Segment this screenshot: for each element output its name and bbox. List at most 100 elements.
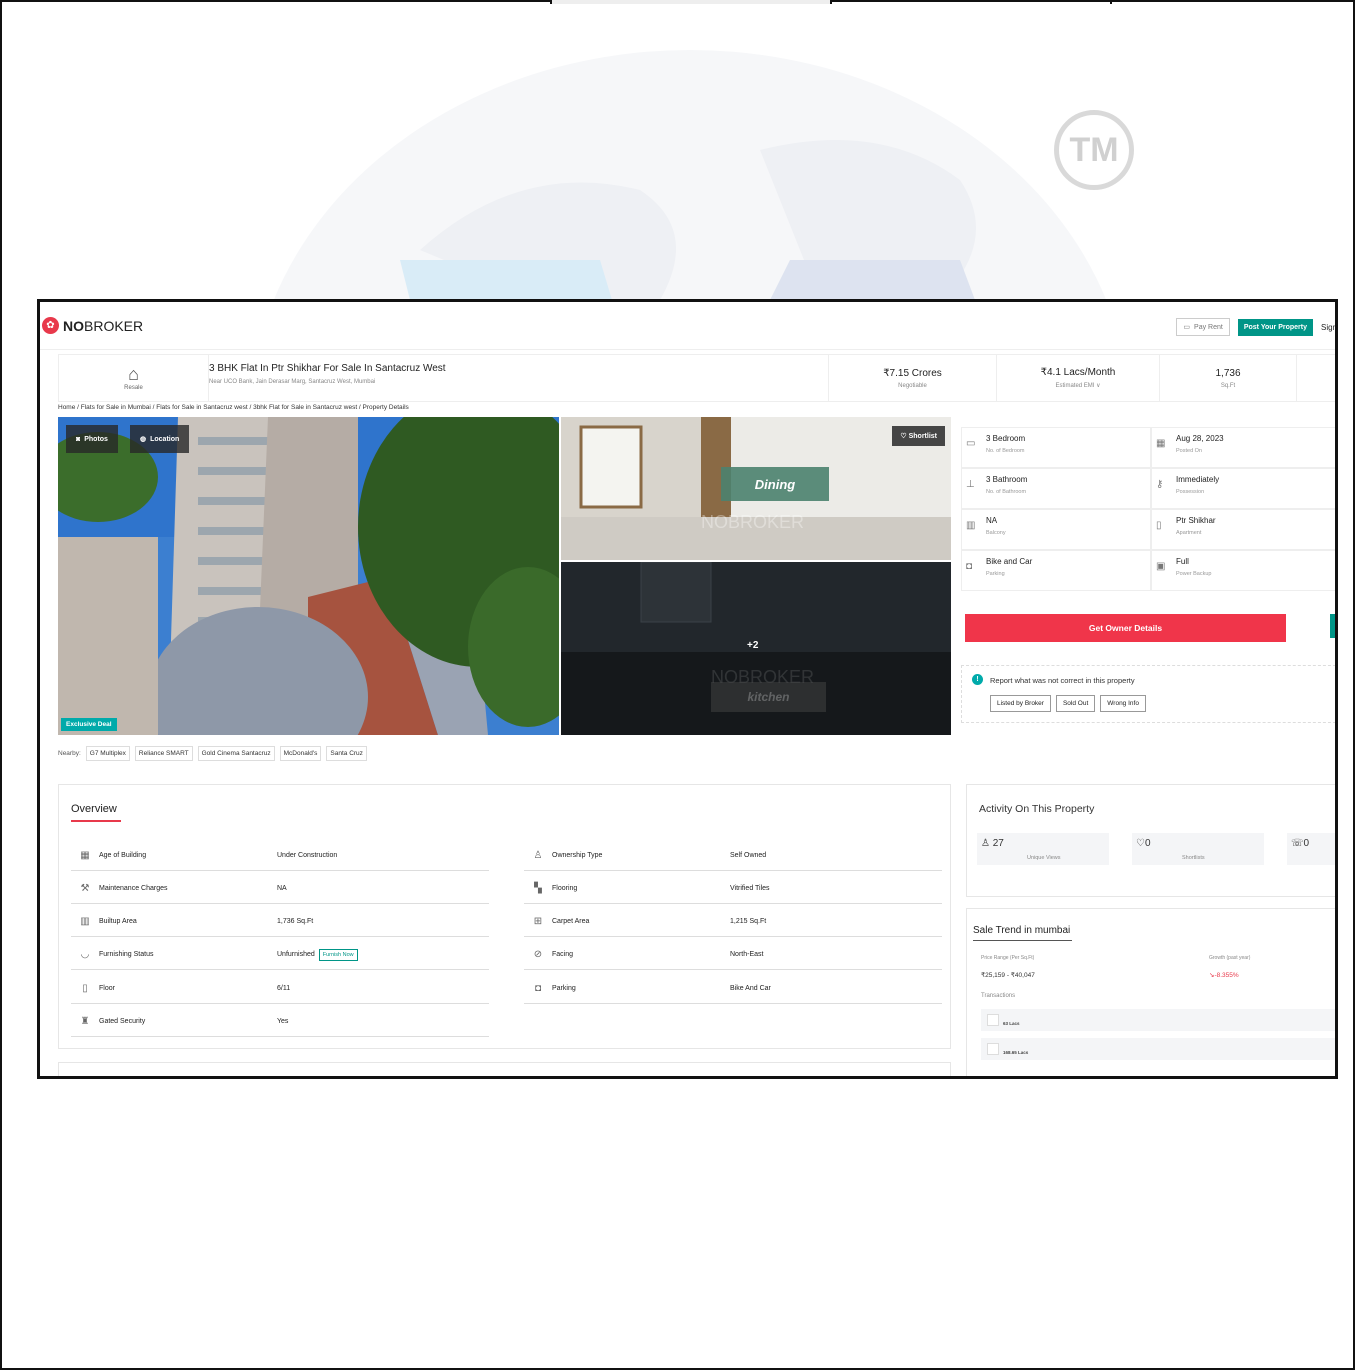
main-building-photo[interactable]: ◙ Photos ◍ Location Exclusive Deal xyxy=(58,417,559,735)
battery-icon: ▣ xyxy=(1156,561,1166,572)
overview-row: ♜ Gated Security Yes xyxy=(71,1007,489,1037)
building-image xyxy=(58,417,559,735)
house-icon: ⌂ xyxy=(128,364,139,384)
kitchen-photo[interactable]: +2 NOBROKER kitchen xyxy=(561,562,951,735)
spec-power-backup: ▣ Full Power Backup xyxy=(1151,550,1335,591)
area-icon: ⊞ xyxy=(533,916,543,927)
guard-icon: ♜ xyxy=(80,1016,90,1027)
property-screenshot: ✿ NOBROKER ▭ Pay Rent Post Your Property… xyxy=(37,299,1338,1079)
property-title-bar: ⌂ Resale 3 BHK Flat In Ptr Shikhar For S… xyxy=(58,354,1335,402)
activity-panel: Activity On This Property ♙ 27 Unique Vi… xyxy=(966,784,1335,897)
spec-possession: ⚷ Immediately Possession xyxy=(1151,468,1335,509)
owner-icon: ♙ xyxy=(533,850,543,861)
price-range-value: ₹25,159 - ₹40,047 xyxy=(981,972,1035,979)
listing-title-block: 3 BHK Flat In Ptr Shikhar For Sale In Sa… xyxy=(209,355,829,401)
spec-balcony: ▥ NA Balcony xyxy=(961,509,1151,550)
contacted-stat: ☏0 xyxy=(1287,833,1335,865)
tools-icon: ⚒ xyxy=(80,883,90,894)
photos-button[interactable]: ◙ Photos xyxy=(66,425,118,453)
overview-underline xyxy=(71,820,121,822)
emi-stat[interactable]: ₹4.1 Lacs/Month Estimated EMI ∨ xyxy=(997,355,1160,401)
breadcrumb[interactable]: Home / Flats for Sale in Mumbai / Flats … xyxy=(58,404,409,411)
area-stat: 1,736 Sq.Ft xyxy=(1160,355,1297,401)
phone-icon: ☏ xyxy=(1291,838,1304,849)
compass-icon: ◍ xyxy=(140,436,147,443)
post-property-button[interactable]: Post Your Property xyxy=(1237,318,1313,336)
transaction-row[interactable]: 168.65 Lacs xyxy=(981,1038,1335,1060)
bath-icon: ⊥ xyxy=(966,479,975,490)
info-icon: ! xyxy=(972,674,983,685)
get-owner-details-button[interactable]: Get Owner Details xyxy=(965,614,1286,642)
top-divider xyxy=(1110,0,1112,4)
nearby-item[interactable]: Gold Cinema Santacruz xyxy=(197,746,275,761)
building-icon: ▯ xyxy=(1156,520,1162,531)
nearby-bar: Nearby: G7 Multiplex Reliance SMART Gold… xyxy=(58,746,367,761)
dining-photo[interactable]: Dining NOBROKER ♡ Shortlist xyxy=(561,417,951,560)
top-navbar: ✿ NOBROKER ▭ Pay Rent Post Your Property… xyxy=(40,302,1335,350)
nobroker-watermark: NOBROKER xyxy=(701,512,805,532)
sign-in-link[interactable]: Sign xyxy=(1321,323,1335,332)
overview-title: Overview xyxy=(71,803,117,815)
top-table-cell xyxy=(552,0,832,4)
report-listed-by-broker[interactable]: Listed by Broker xyxy=(990,695,1051,712)
pay-rent-button[interactable]: ▭ Pay Rent xyxy=(1176,318,1230,336)
calendar-icon: ▦ xyxy=(80,850,90,861)
top-divider xyxy=(830,0,832,4)
spec-bedroom: ▭ 3 Bedroom No. of Bedroom xyxy=(961,427,1151,468)
overview-row: ⊘ Facing North-East xyxy=(524,940,942,970)
sale-trend-underline xyxy=(973,940,1072,941)
secondary-action-button[interactable] xyxy=(1330,614,1335,638)
top-divider xyxy=(550,0,552,4)
spec-bathroom: ⊥ 3 Bathroom No. of Bathroom xyxy=(961,468,1151,509)
brand-name[interactable]: NOBROKER xyxy=(63,318,143,334)
sale-trend-panel: Sale Trend in mumbai Price Range (Per Sq… xyxy=(966,908,1335,1076)
furnish-now-button[interactable]: Furnish Now xyxy=(318,948,358,961)
tm-watermark: TM xyxy=(1054,110,1134,190)
property-type: ⌂ Resale xyxy=(59,355,209,401)
compass-icon: ⊘ xyxy=(533,949,543,960)
balcony-icon: ▥ xyxy=(966,520,976,531)
more-photos-count: +2 xyxy=(747,640,759,651)
overview-row: ⊞ Carpet Area 1,215 Sq.Ft xyxy=(524,907,942,937)
heart-icon: ♡ xyxy=(900,433,907,440)
report-sold-out[interactable]: Sold Out xyxy=(1055,695,1096,712)
overview-row: ▥ Builtup Area 1,736 Sq.Ft xyxy=(71,907,489,937)
nearby-item[interactable]: Reliance SMART xyxy=(134,746,193,761)
card-icon: ▭ xyxy=(1183,324,1191,331)
car-icon: ◘ xyxy=(534,983,542,994)
exclusive-deal-badge: Exclusive Deal xyxy=(61,718,117,731)
overview-row: ♙ Ownership Type Self Owned xyxy=(524,841,942,871)
activity-title: Activity On This Property xyxy=(979,803,1095,815)
listing-address: Near UCO Bank, Jain Derasar Marg, Santac… xyxy=(209,379,376,385)
nearby-item[interactable]: Santa Cruz xyxy=(326,746,367,761)
sale-trend-title: Sale Trend in mumbai xyxy=(973,925,1071,936)
overview-row: ⚒ Maintenance Charges NA xyxy=(71,874,489,904)
dining-tag: Dining xyxy=(721,467,829,501)
overview-row: ▯ Floor 6/11 xyxy=(71,974,489,1004)
report-box: ! Report what was not correct in this pr… xyxy=(961,665,1335,723)
overview-row: ◡ Furnishing Status Unfurnished Furnish Now xyxy=(71,940,489,970)
report-text: Report what was not correct in this prop… xyxy=(990,676,1135,685)
unique-views-stat: ♙ 27 Unique Views xyxy=(977,833,1109,865)
report-wrong-info[interactable]: Wrong Info xyxy=(1100,695,1146,712)
price-stat: ₹7.15 Crores Negotiable xyxy=(829,355,997,401)
sofa-icon: ◡ xyxy=(80,949,90,960)
overview-panel: Overview ▦ Age of Building Under Construct… xyxy=(58,784,951,1049)
spec-posted-on: ▦ Aug 28, 2023 Posted On xyxy=(1151,427,1335,468)
transaction-row[interactable]: 63 Lacs xyxy=(981,1009,1335,1031)
camera-icon: ◙ xyxy=(76,435,81,443)
nearby-item[interactable]: G7 Multiplex xyxy=(85,746,130,761)
overview-row: ▦ Age of Building Under Construction xyxy=(71,841,489,871)
tiles-icon: ▚ xyxy=(534,883,542,894)
location-button[interactable]: ◍ Location xyxy=(130,425,190,453)
nearby-item[interactable]: McDonald's xyxy=(279,746,322,761)
key-icon: ⚷ xyxy=(1156,479,1164,490)
overview-row: ◘ Parking Bike And Car xyxy=(524,974,942,1004)
nobroker-logo-icon[interactable]: ✿ xyxy=(42,317,59,334)
shortlist-button[interactable]: ♡ Shortlist xyxy=(892,426,945,446)
growth-value: ↘-8.355% xyxy=(1209,972,1239,979)
overview-row: ▚ Flooring Vitrified Tiles xyxy=(524,874,942,904)
building-icon: ▥ xyxy=(80,916,90,927)
spec-parking: ◘ Bike and Car Parking xyxy=(961,550,1151,591)
calendar-icon: ▦ xyxy=(1156,438,1166,449)
